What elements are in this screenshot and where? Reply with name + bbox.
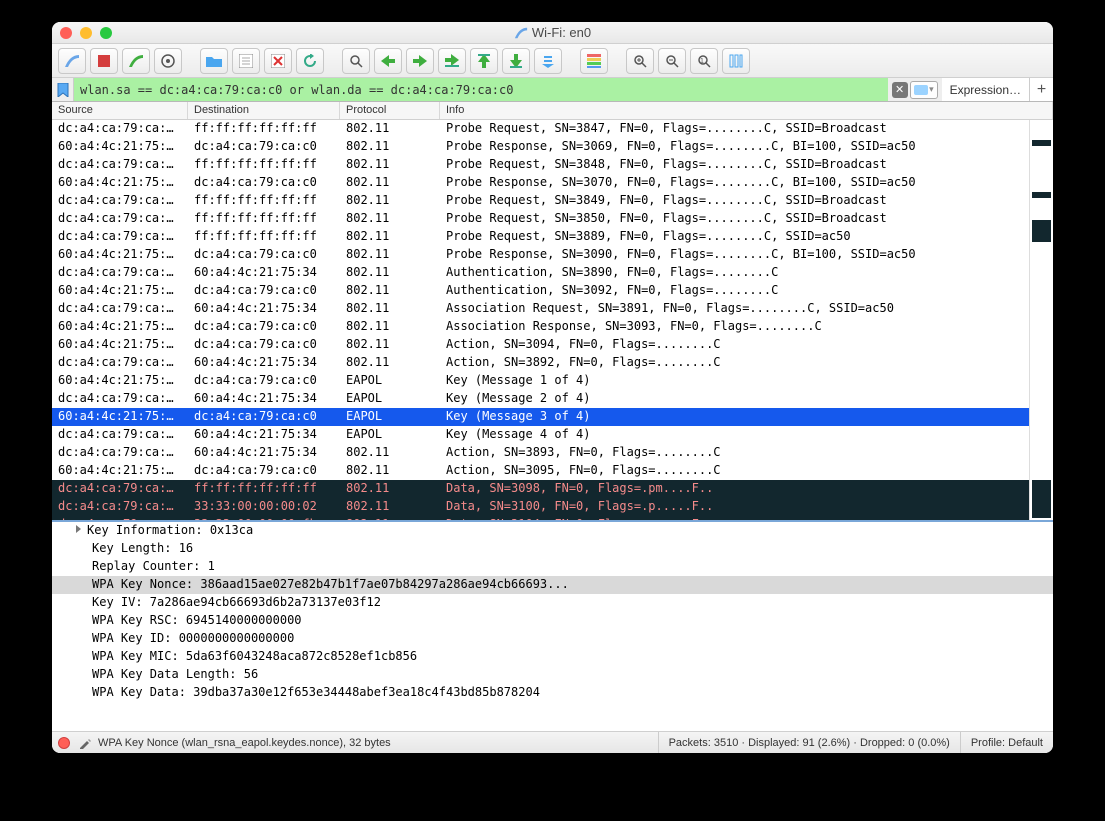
packet-row[interactable]: dc:a4:ca:79:ca:…33:33:00:00:00:fb802.11D…: [52, 516, 1029, 520]
close-file-button[interactable]: [264, 48, 292, 74]
packet-row[interactable]: dc:a4:ca:79:ca:…60:a4:4c:21:75:34802.11A…: [52, 300, 1029, 318]
expression-button[interactable]: Expression…: [942, 78, 1029, 101]
zoom-in-button[interactable]: [626, 48, 654, 74]
detail-field[interactable]: WPA Key MIC: 5da63f6043248aca872c8528ef1…: [52, 648, 1053, 666]
detail-field[interactable]: WPA Key ID: 0000000000000000: [52, 630, 1053, 648]
clear-filter-button[interactable]: ✕: [892, 82, 908, 98]
detail-field[interactable]: WPA Key Data Length: 56: [52, 666, 1053, 684]
add-filter-button[interactable]: +: [1029, 78, 1053, 101]
packet-row[interactable]: dc:a4:ca:79:ca:…60:a4:4c:21:75:34802.11A…: [52, 264, 1029, 282]
column-header-info[interactable]: Info: [440, 102, 1053, 119]
detail-field[interactable]: WPA Key Data: 39dba37a30e12f653e34448abe…: [52, 684, 1053, 702]
detail-field[interactable]: Key IV: 7a286ae94cb66693d6b2a73137e03f12: [52, 594, 1053, 612]
packet-row[interactable]: dc:a4:ca:79:ca:…ff:ff:ff:ff:ff:ff802.11P…: [52, 228, 1029, 246]
packet-row[interactable]: 60:a4:4c:21:75:…dc:a4:ca:79:ca:c0802.11P…: [52, 138, 1029, 156]
svg-text:1: 1: [700, 58, 704, 65]
packet-row[interactable]: dc:a4:ca:79:ca:…ff:ff:ff:ff:ff:ff802.11D…: [52, 480, 1029, 498]
packet-row[interactable]: 60:a4:4c:21:75:…dc:a4:ca:79:ca:c0EAPOLKe…: [52, 408, 1029, 426]
filter-history-dropdown[interactable]: [910, 81, 938, 99]
edit-preferences-icon[interactable]: [78, 736, 92, 750]
column-header-protocol[interactable]: Protocol: [340, 102, 440, 119]
packet-list-header: Source Destination Protocol Info: [52, 102, 1053, 120]
filter-controls: ✕: [888, 78, 942, 101]
packet-minimap[interactable]: [1029, 120, 1053, 520]
detail-field[interactable]: Key Information: 0x13ca: [52, 522, 1053, 540]
main-toolbar: 1: [52, 44, 1053, 78]
window-title-text: Wi-Fi: en0: [532, 25, 591, 40]
packet-row[interactable]: 60:a4:4c:21:75:…dc:a4:ca:79:ca:c0802.11A…: [52, 318, 1029, 336]
display-filter-input[interactable]: [74, 78, 888, 101]
restart-capture-button[interactable]: [122, 48, 150, 74]
packet-row[interactable]: 60:a4:4c:21:75:…dc:a4:ca:79:ca:c0802.11A…: [52, 336, 1029, 354]
packet-list-pane: Source Destination Protocol Info dc:a4:c…: [52, 102, 1053, 522]
colorize-button[interactable]: [580, 48, 608, 74]
status-bar: WPA Key Nonce (wlan_rsna_eapol.keydes.no…: [52, 731, 1053, 753]
expand-triangle-icon[interactable]: [76, 525, 81, 533]
packet-row[interactable]: 60:a4:4c:21:75:…dc:a4:ca:79:ca:c0802.11P…: [52, 174, 1029, 192]
titlebar: Wi-Fi: en0: [52, 22, 1053, 44]
packet-list-body[interactable]: dc:a4:ca:79:ca:…ff:ff:ff:ff:ff:ff802.11P…: [52, 120, 1053, 520]
wireshark-fin-icon: [514, 26, 528, 40]
packet-row[interactable]: 60:a4:4c:21:75:…dc:a4:ca:79:ca:c0802.11A…: [52, 282, 1029, 300]
bookmark-filter-icon[interactable]: [52, 78, 74, 101]
packet-row[interactable]: 60:a4:4c:21:75:…dc:a4:ca:79:ca:c0802.11A…: [52, 462, 1029, 480]
detail-field[interactable]: WPA Key Nonce: 386aad15ae027e82b47b1f7ae…: [52, 576, 1053, 594]
zoom-reset-button[interactable]: 1: [690, 48, 718, 74]
go-first-button[interactable]: [470, 48, 498, 74]
go-forward-button[interactable]: [406, 48, 434, 74]
find-packet-button[interactable]: [342, 48, 370, 74]
capture-options-button[interactable]: [154, 48, 182, 74]
status-profile[interactable]: Profile: Default: [960, 732, 1053, 753]
save-file-button[interactable]: [232, 48, 260, 74]
column-header-destination[interactable]: Destination: [188, 102, 340, 119]
status-field-text: WPA Key Nonce (wlan_rsna_eapol.keydes.no…: [92, 737, 658, 749]
stop-capture-button[interactable]: [90, 48, 118, 74]
packet-row[interactable]: dc:a4:ca:79:ca:…ff:ff:ff:ff:ff:ff802.11P…: [52, 210, 1029, 228]
go-back-button[interactable]: [374, 48, 402, 74]
packet-row[interactable]: 60:a4:4c:21:75:…dc:a4:ca:79:ca:c0802.11P…: [52, 246, 1029, 264]
detail-field[interactable]: Replay Counter: 1: [52, 558, 1053, 576]
packet-row[interactable]: dc:a4:ca:79:ca:…ff:ff:ff:ff:ff:ff802.11P…: [52, 120, 1029, 138]
open-file-button[interactable]: [200, 48, 228, 74]
detail-field[interactable]: WPA Key RSC: 6945140000000000: [52, 612, 1053, 630]
go-last-button[interactable]: [502, 48, 530, 74]
packet-row[interactable]: dc:a4:ca:79:ca:…ff:ff:ff:ff:ff:ff802.11P…: [52, 156, 1029, 174]
zoom-out-button[interactable]: [658, 48, 686, 74]
packet-row[interactable]: dc:a4:ca:79:ca:…ff:ff:ff:ff:ff:ff802.11P…: [52, 192, 1029, 210]
window-title: Wi-Fi: en0: [52, 25, 1053, 40]
start-capture-button[interactable]: [58, 48, 86, 74]
display-filter-bar: ✕ Expression… +: [52, 78, 1053, 102]
go-to-packet-button[interactable]: [438, 48, 466, 74]
packet-details-pane[interactable]: Key Information: 0x13caKey Length: 16Rep…: [52, 522, 1053, 731]
packet-row[interactable]: dc:a4:ca:79:ca:…33:33:00:00:00:02802.11D…: [52, 498, 1029, 516]
reload-button[interactable]: [296, 48, 324, 74]
app-window: Wi-Fi: en0 1 ✕: [52, 22, 1053, 753]
auto-scroll-button[interactable]: [534, 48, 562, 74]
resize-columns-button[interactable]: [722, 48, 750, 74]
detail-field[interactable]: Key Length: 16: [52, 540, 1053, 558]
packet-row[interactable]: dc:a4:ca:79:ca:…60:a4:4c:21:75:34802.11A…: [52, 354, 1029, 372]
packet-row[interactable]: dc:a4:ca:79:ca:…60:a4:4c:21:75:34802.11A…: [52, 444, 1029, 462]
packet-row[interactable]: 60:a4:4c:21:75:…dc:a4:ca:79:ca:c0EAPOLKe…: [52, 372, 1029, 390]
packet-row[interactable]: dc:a4:ca:79:ca:…60:a4:4c:21:75:34EAPOLKe…: [52, 426, 1029, 444]
column-header-source[interactable]: Source: [52, 102, 188, 119]
expert-info-button[interactable]: [58, 737, 70, 749]
status-packet-counts: Packets: 3510 · Displayed: 91 (2.6%) · D…: [658, 732, 960, 753]
packet-row[interactable]: dc:a4:ca:79:ca:…60:a4:4c:21:75:34EAPOLKe…: [52, 390, 1029, 408]
